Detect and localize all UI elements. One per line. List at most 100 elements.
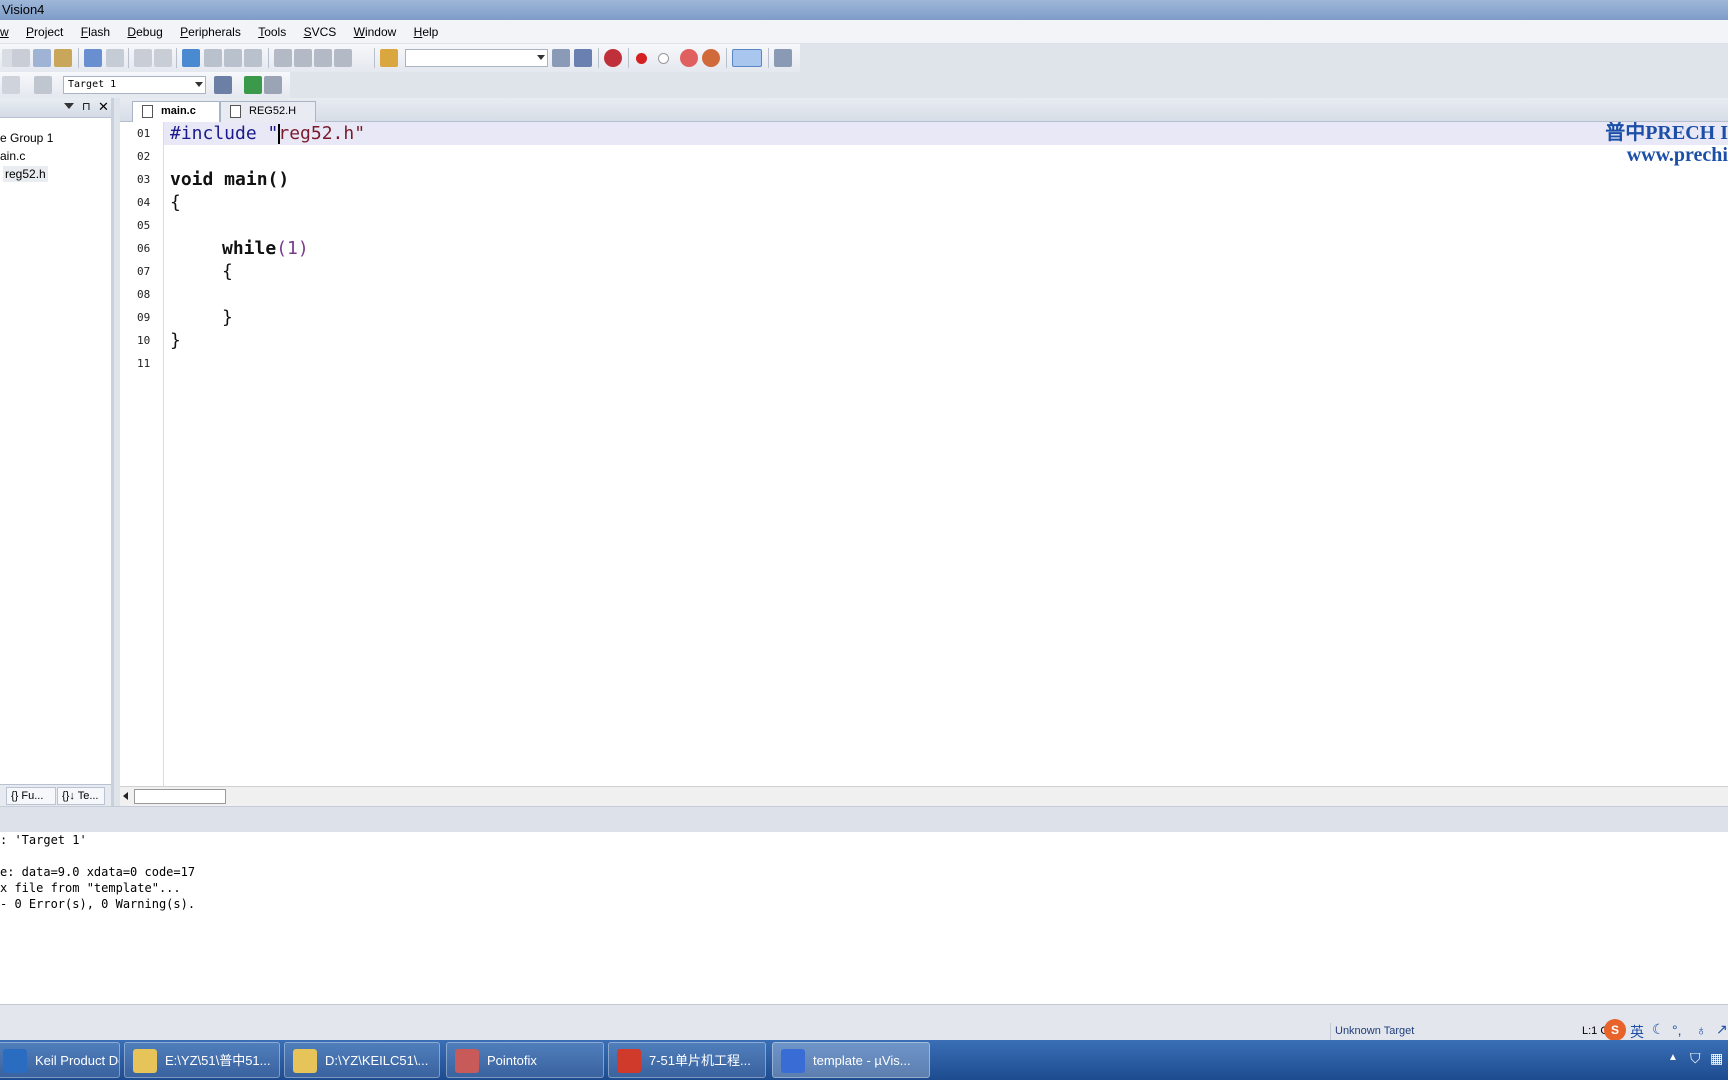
line-number-gutter: 01 02 03 04 05 06 07 08 09 10 11 <box>120 122 164 786</box>
toolbar-divider <box>78 48 79 68</box>
download-icon[interactable] <box>34 76 52 94</box>
horizontal-scrollbar[interactable] <box>120 786 1728 806</box>
line-number: 07 <box>137 265 151 278</box>
scroll-left-icon[interactable] <box>123 792 128 800</box>
prev-bookmark-icon[interactable] <box>204 49 222 67</box>
tab-functions[interactable]: {} Fu... <box>6 787 56 805</box>
nav-back-icon[interactable] <box>134 49 152 67</box>
undo-icon[interactable] <box>84 49 102 67</box>
find-in-files-icon[interactable] <box>380 49 398 67</box>
ime-punct-icon[interactable]: °, <box>1672 1022 1682 1038</box>
ime-logo-icon[interactable]: S <box>1604 1019 1626 1041</box>
bookmark-icon[interactable] <box>182 49 200 67</box>
target-select[interactable]: Target 1 <box>63 76 206 94</box>
output-line: e: data=9.0 xdata=0 code=17 <box>0 865 196 879</box>
toolbar-divider <box>726 48 727 68</box>
network-icon[interactable]: ▦ <box>1710 1050 1723 1067</box>
line-number: 08 <box>137 288 151 301</box>
uncomment-icon[interactable] <box>334 49 352 67</box>
tab-reg52-h[interactable]: REG52.H <box>220 101 316 122</box>
taskbar-item-label: Pointofix <box>487 1053 537 1068</box>
tree-file-main-c[interactable]: ain.c <box>0 148 25 164</box>
copy-icon[interactable] <box>33 49 51 67</box>
shield-icon[interactable]: ⛉ <box>1690 1050 1701 1067</box>
taskbar-item[interactable]: Keil Product Do... <box>0 1042 120 1078</box>
pin-icon[interactable]: ⊓ <box>82 100 91 113</box>
kill-breakpoints-icon[interactable] <box>702 49 720 67</box>
cut-icon[interactable] <box>12 49 30 67</box>
menu-debug[interactable]: Debug <box>127 20 162 44</box>
target-options-icon[interactable] <box>214 76 232 94</box>
panel-splitter[interactable] <box>0 806 1728 832</box>
menu-flash[interactable]: Flash <box>81 20 110 44</box>
line-number: 02 <box>137 150 151 163</box>
line-number: 10 <box>137 334 151 347</box>
tree-file-reg52-h[interactable]: reg52.h <box>3 166 48 182</box>
toolbar-divider <box>128 48 129 68</box>
comment-icon[interactable] <box>314 49 332 67</box>
paste-icon[interactable] <box>54 49 72 67</box>
ime-moon-icon[interactable]: ☾ <box>1652 1021 1665 1038</box>
nav-forward-icon[interactable] <box>154 49 172 67</box>
manage-components-icon[interactable] <box>244 76 262 94</box>
tab-main-c-label: main.c <box>161 105 196 117</box>
tab-templates[interactable]: {}↓ Te... <box>57 787 105 805</box>
code-line: { <box>170 192 181 213</box>
disable-all-breakpoints-icon[interactable] <box>680 49 698 67</box>
debug-session-icon[interactable] <box>604 49 622 67</box>
window-layout-icon[interactable] <box>732 49 762 67</box>
taskbar-item-active[interactable]: template - µVis... <box>772 1042 930 1078</box>
tree-source-group[interactable]: e Group 1 <box>0 130 53 146</box>
ime-mic-icon[interactable]: ♁ <box>1696 1022 1707 1038</box>
menu-window[interactable]: Window <box>354 20 397 44</box>
menu-help[interactable]: Help <box>414 20 439 44</box>
taskbar-item[interactable]: 7-51单片机工程... <box>608 1042 766 1078</box>
incremental-find-icon[interactable] <box>574 49 592 67</box>
code-text: (1) <box>276 238 309 259</box>
clear-bookmarks-icon[interactable] <box>244 49 262 67</box>
ime-more-icon[interactable]: ↗ <box>1716 1021 1728 1038</box>
code-editor[interactable]: #include "reg52.h" void main() { while(1… <box>164 122 1728 786</box>
breakpoint-icon[interactable] <box>636 53 647 64</box>
taskbar-item[interactable]: Pointofix <box>446 1042 604 1078</box>
close-icon[interactable]: ✕ <box>98 99 109 115</box>
translate-icon[interactable] <box>2 76 20 94</box>
code-line: #include "reg52.h" <box>164 122 1728 145</box>
chevron-down-icon[interactable] <box>64 103 74 109</box>
output-line: : 'Target 1' <box>0 833 87 847</box>
taskbar-item-label: D:\YZ\KEILC51\... <box>325 1053 429 1068</box>
folder-icon <box>293 1049 317 1073</box>
menu-peripherals[interactable]: Peripherals <box>180 20 241 44</box>
string-token: reg52.h" <box>278 123 366 144</box>
preprocessor-token: #include " <box>170 123 279 144</box>
tab-main-c[interactable]: main.c <box>132 101 220 122</box>
unindent-icon[interactable] <box>294 49 312 67</box>
menu-tools[interactable]: Tools <box>258 20 286 44</box>
tray-expand-icon[interactable]: ▲ <box>1668 1052 1678 1063</box>
find-icon[interactable] <box>552 49 570 67</box>
next-bookmark-icon[interactable] <box>224 49 242 67</box>
redo-icon[interactable] <box>106 49 124 67</box>
taskbar-item-label: Keil Product Do... <box>35 1053 119 1068</box>
build-toolbar: Target 1 <box>0 72 290 98</box>
editor-area: main.c REG52.H 01 02 03 04 05 06 07 08 0… <box>120 98 1728 806</box>
scrollbar-thumb[interactable] <box>134 789 226 804</box>
find-combo[interactable] <box>405 49 548 67</box>
menu-view[interactable]: w <box>0 20 9 44</box>
ime-toolbar: S 英 ☾ °, ♁ ↗ <box>1600 1019 1728 1041</box>
configure-icon[interactable] <box>774 49 792 67</box>
taskbar-item-label: template - µVis... <box>813 1053 911 1068</box>
taskbar-item[interactable]: D:\YZ\KEILC51\... <box>284 1042 440 1078</box>
toolbar-divider <box>374 48 375 68</box>
project-panel-header: ⊓ ✕ <box>0 98 111 118</box>
taskbar-item[interactable]: E:\YZ\51\普中51... <box>124 1042 280 1078</box>
line-number: 06 <box>137 242 151 255</box>
ime-english-icon[interactable]: 英 <box>1630 1022 1644 1042</box>
menu-project[interactable]: Project <box>26 20 63 44</box>
disable-breakpoint-icon[interactable] <box>658 53 669 64</box>
indent-icon[interactable] <box>274 49 292 67</box>
watermark-line-1: 普中PRECH I <box>1605 122 1728 144</box>
books-icon[interactable] <box>264 76 282 94</box>
project-panel: ⊓ ✕ e Group 1 ain.c reg52.h {} Fu... {}↓… <box>0 98 114 806</box>
menu-svcs[interactable]: SVCS <box>304 20 337 44</box>
